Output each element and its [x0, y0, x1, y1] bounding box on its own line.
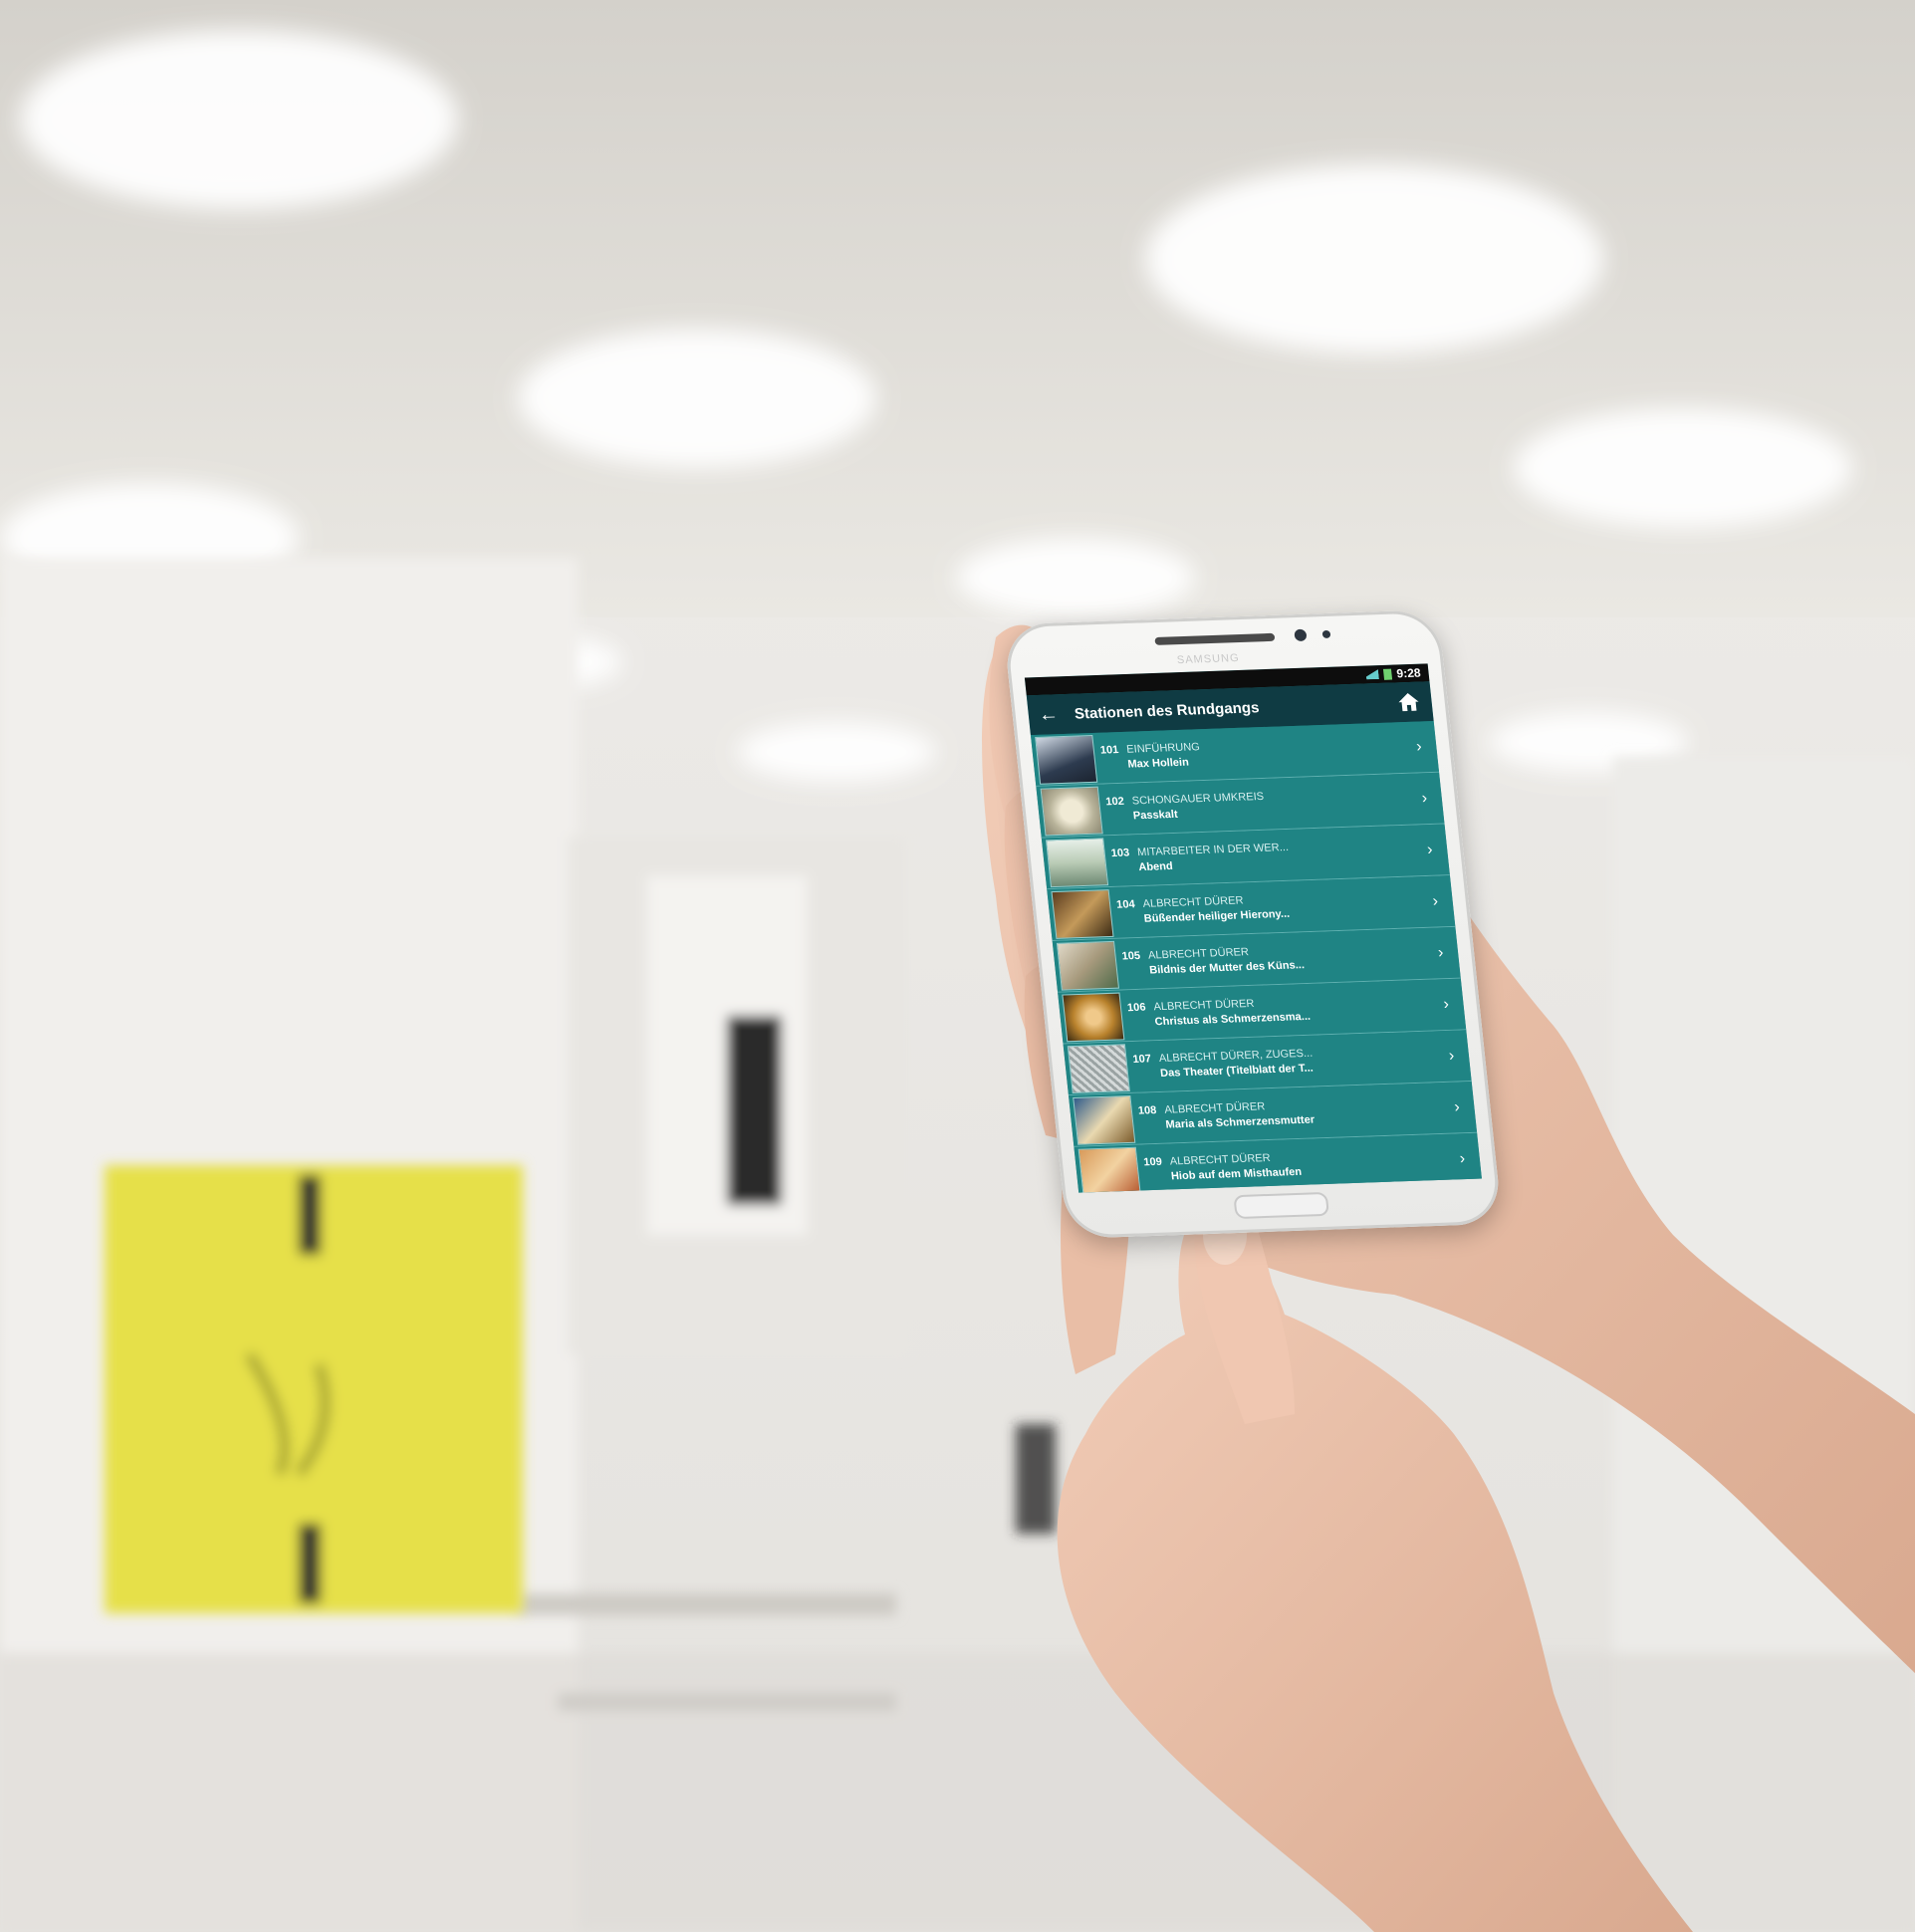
photo-scene: SAMSUNG 9:28 ← Stationen des Rundgangs 1…	[0, 0, 1915, 1932]
thumbnail-image	[1035, 734, 1098, 785]
station-category: ALBRECHT DÜRER	[1169, 1151, 1272, 1168]
thumbnail-image	[1040, 786, 1103, 836]
station-number: 104	[1115, 898, 1136, 911]
station-number: 102	[1104, 795, 1125, 809]
signal-icon	[1360, 669, 1379, 680]
station-category: MITARBEITER IN DER WER...	[1136, 841, 1290, 859]
chevron-right-icon: ›	[1420, 789, 1428, 807]
battery-icon	[1382, 668, 1393, 680]
thumbnail-image	[1056, 940, 1119, 991]
station-category: ALBRECHT DÜRER	[1163, 1100, 1266, 1116]
station-number: 107	[1131, 1053, 1152, 1066]
page-title: Stationen des Rundgangs	[1074, 698, 1261, 723]
thumbnail-image	[1051, 888, 1114, 939]
station-category: ALBRECHT DÜRER	[1147, 946, 1250, 962]
station-number: 106	[1126, 1001, 1147, 1015]
station-number: 108	[1137, 1104, 1158, 1117]
yellow-poster	[105, 1165, 523, 1613]
station-category: ALBRECHT DÜRER	[1152, 997, 1255, 1014]
chevron-right-icon: ›	[1437, 943, 1445, 961]
chevron-right-icon: ›	[1426, 841, 1434, 858]
gallery-background	[0, 0, 1915, 1932]
chevron-right-icon: ›	[1453, 1097, 1461, 1116]
front-camera-icon	[1294, 628, 1308, 642]
chevron-right-icon: ›	[1415, 737, 1423, 756]
station-number: 103	[1110, 846, 1130, 860]
hardware-home-button[interactable]	[1233, 1191, 1330, 1220]
sensor-icon	[1321, 629, 1331, 639]
station-number: 101	[1099, 744, 1119, 757]
thumbnail-image	[1045, 837, 1109, 887]
chevron-right-icon: ›	[1442, 995, 1450, 1013]
chevron-right-icon: ›	[1431, 892, 1439, 910]
chevron-right-icon: ›	[1458, 1149, 1466, 1167]
chevron-right-icon: ›	[1447, 1047, 1456, 1065]
status-time: 9:28	[1395, 665, 1422, 681]
back-arrow-icon[interactable]: ←	[1038, 702, 1076, 726]
station-number: 109	[1142, 1155, 1163, 1169]
thumbnail-image	[1062, 992, 1125, 1042]
speaker-grille	[1154, 632, 1276, 645]
thumbnail-image	[1067, 1043, 1130, 1093]
thumbnail-image	[1077, 1146, 1141, 1193]
thumbnail-image	[1073, 1094, 1136, 1145]
app-screen: 9:28 ← Stationen des Rundgangs 101 EINFÜH…	[1024, 663, 1482, 1193]
station-number: 105	[1121, 949, 1141, 963]
smartphone: SAMSUNG 9:28 ← Stationen des Rundgangs 1…	[1003, 609, 1503, 1239]
station-category: ALBRECHT DÜRER	[1142, 894, 1245, 910]
brand-label: SAMSUNG	[1176, 651, 1241, 667]
station-category: SCHONGAUER UMKREIS	[1131, 790, 1265, 808]
station-category: EINFÜHRUNG	[1125, 741, 1201, 756]
stations-list: 101 EINFÜHRUNG Max Hollein › 102 SCHONGAUER…	[1030, 721, 1482, 1193]
home-icon[interactable]	[1394, 690, 1423, 715]
